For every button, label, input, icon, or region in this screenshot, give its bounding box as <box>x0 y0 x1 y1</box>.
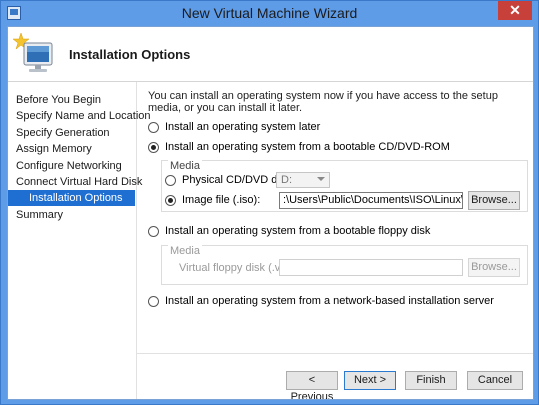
window-title: New Virtual Machine Wizard <box>181 5 358 21</box>
option-install-from-floppy[interactable]: Install an operating system from a boota… <box>148 224 430 239</box>
image-file-label: Image file (.iso): <box>182 194 261 206</box>
drive-select-value: D: <box>281 174 292 186</box>
vfd-path-field[interactable] <box>279 259 463 276</box>
previous-button[interactable]: < Previous <box>286 371 338 399</box>
floppy-media-group-label: Media <box>168 245 202 257</box>
nav-item-summary[interactable]: Summary <box>8 207 135 223</box>
option-install-from-network[interactable]: Install an operating system from a netwo… <box>148 294 494 309</box>
finish-button[interactable]: Finish <box>405 371 457 390</box>
browse-iso-button[interactable]: Browse... <box>468 191 520 210</box>
browse-vfd-button[interactable]: Browse... <box>468 258 520 277</box>
radio-install-from-cd[interactable] <box>148 141 159 153</box>
nav-item-installation-options[interactable]: Installation Options <box>8 190 135 206</box>
next-button[interactable]: Next > <box>344 371 396 390</box>
wizard-header: Installation Options <box>8 27 533 82</box>
options-panel: You can install an operating system now … <box>148 82 528 352</box>
title-bar[interactable]: New Virtual Machine Wizard ✕ <box>1 1 538 25</box>
nav-item-specify-name-and-location[interactable]: Specify Name and Location <box>8 108 151 124</box>
radio-physical-drive[interactable] <box>165 174 176 186</box>
option-install-from-cd[interactable]: Install an operating system from a boota… <box>148 140 450 155</box>
chevron-down-icon <box>317 177 325 181</box>
intro-text: You can install an operating system now … <box>148 90 498 114</box>
nav-item-configure-networking[interactable]: Configure Networking <box>8 158 135 174</box>
nav-item-specify-generation[interactable]: Specify Generation <box>8 125 135 141</box>
cd-media-group-label: Media <box>168 160 202 172</box>
computer-with-star-icon <box>12 32 53 72</box>
option-install-from-network-label: Install an operating system from a netwo… <box>165 295 494 307</box>
image-path-field[interactable]: :\Users\Public\Documents\ISO\Linux\Fedor… <box>279 192 463 209</box>
cancel-button[interactable]: Cancel <box>467 371 523 390</box>
radio-install-from-network[interactable] <box>148 295 159 307</box>
wizard-nav: Before You Begin Specify Name and Locati… <box>8 82 151 399</box>
footer-divider <box>137 353 533 354</box>
drive-select[interactable]: D: <box>276 172 330 188</box>
option-install-later[interactable]: Install an operating system later <box>148 120 320 135</box>
nav-item-before-you-begin[interactable]: Before You Begin <box>8 92 135 108</box>
option-install-from-cd-label: Install an operating system from a boota… <box>165 141 450 153</box>
option-install-later-label: Install an operating system later <box>165 121 321 133</box>
radio-image-file[interactable] <box>165 194 176 206</box>
nav-item-connect-virtual-hard-disk[interactable]: Connect Virtual Hard Disk <box>8 174 142 190</box>
radio-install-from-floppy[interactable] <box>148 225 159 237</box>
option-image-file[interactable]: Image file (.iso): <box>165 193 260 208</box>
option-install-from-floppy-label: Install an operating system from a boota… <box>165 225 431 237</box>
nav-item-assign-memory[interactable]: Assign Memory <box>8 141 135 157</box>
wizard-client-area: Installation Options Before You Begin Sp… <box>7 26 534 400</box>
radio-install-later[interactable] <box>148 121 159 133</box>
wizard-window: New Virtual Machine Wizard ✕ Installatio… <box>0 0 539 405</box>
page-title: Installation Options <box>69 47 191 62</box>
close-button[interactable]: ✕ <box>498 1 532 20</box>
